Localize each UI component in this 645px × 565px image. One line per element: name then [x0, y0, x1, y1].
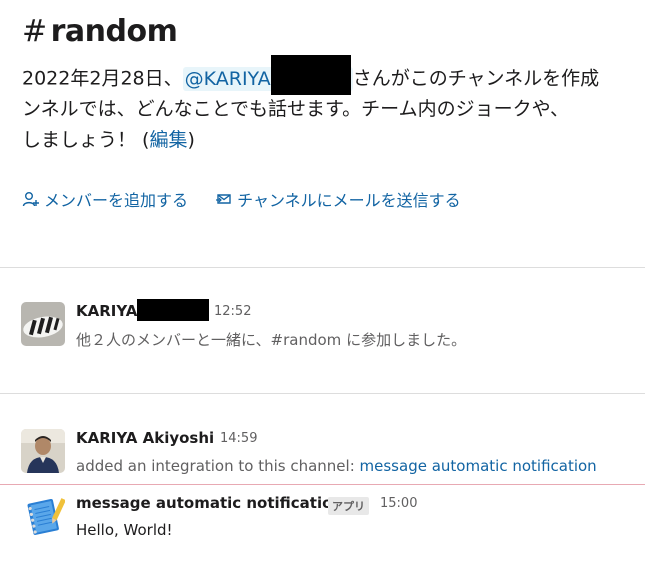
- redaction-block: [137, 299, 210, 321]
- email-forward-icon: [216, 194, 231, 204]
- channel-actions: メンバーを追加する チャンネルにメールを送信する: [22, 187, 483, 211]
- avatar[interactable]: [21, 302, 65, 346]
- message-text-prefix: added an integration to this channel:: [76, 457, 360, 475]
- send-email-label[interactable]: チャンネルにメールを送信する: [237, 187, 461, 211]
- intro-line-3: しましょう！ (編集): [22, 125, 645, 156]
- avatar-image: [21, 302, 65, 346]
- intro-line-1: 2022年2月28日、 @KARIYA さんがこのチャンネルを作成: [22, 55, 645, 95]
- app-notebook-icon: [21, 494, 65, 538]
- intro-text-3: しましょう！ (: [22, 129, 150, 151]
- intro-text-1: さんがこのチャンネルを作成: [352, 67, 600, 90]
- avatar[interactable]: [21, 494, 65, 538]
- channel-intro: 2022年2月28日、 @KARIYA さんがこのチャンネルを作成 ンネルでは、どん…: [22, 55, 645, 156]
- avatar-image: [21, 429, 65, 473]
- add-member-label[interactable]: メンバーを追加する: [44, 187, 188, 211]
- channel-title: # random: [22, 14, 178, 49]
- new-messages-divider: [0, 484, 645, 485]
- message-author[interactable]: KARIYA Akiyoshi: [76, 429, 214, 447]
- message-text: 他２人のメンバーと一緒に、#random に参加しました。: [76, 331, 467, 349]
- add-member-button[interactable]: メンバーを追加する: [22, 187, 188, 211]
- add-person-icon: [22, 192, 39, 207]
- edit-link[interactable]: 編集: [149, 129, 187, 151]
- integration-link[interactable]: message automatic notification: [360, 457, 597, 475]
- intro-paren: ): [187, 129, 195, 151]
- message-timestamp[interactable]: 14:59: [220, 431, 257, 446]
- section-divider: [0, 267, 645, 268]
- send-email-button[interactable]: チャンネルにメールを送信する: [215, 187, 461, 211]
- app-badge-label: アプリ: [328, 497, 369, 515]
- channel-name: random: [50, 14, 178, 49]
- intro-date-text: 2022年2月28日、: [22, 67, 183, 90]
- message-author[interactable]: message automatic notification: [76, 494, 343, 512]
- message-timestamp[interactable]: 12:52: [214, 304, 251, 319]
- message-text: added an integration to this channel: me…: [76, 457, 597, 475]
- redaction-block: [270, 55, 351, 95]
- message-divider: [0, 393, 645, 394]
- user-mention[interactable]: @KARIYA: [182, 55, 353, 95]
- mention-label[interactable]: @KARIYA: [185, 68, 271, 90]
- author-name[interactable]: KARIYA: [76, 302, 137, 320]
- message-timestamp[interactable]: 15:00: [380, 496, 417, 511]
- intro-line-2: ンネルでは、どんなことでも話せます。チーム内のジョークや、: [22, 98, 570, 120]
- channel-hash-icon: #: [22, 14, 47, 49]
- message-text: Hello, World!: [76, 521, 173, 539]
- message-author[interactable]: KARIYA: [76, 299, 210, 321]
- app-badge: アプリ: [328, 495, 369, 515]
- avatar[interactable]: [21, 429, 65, 473]
